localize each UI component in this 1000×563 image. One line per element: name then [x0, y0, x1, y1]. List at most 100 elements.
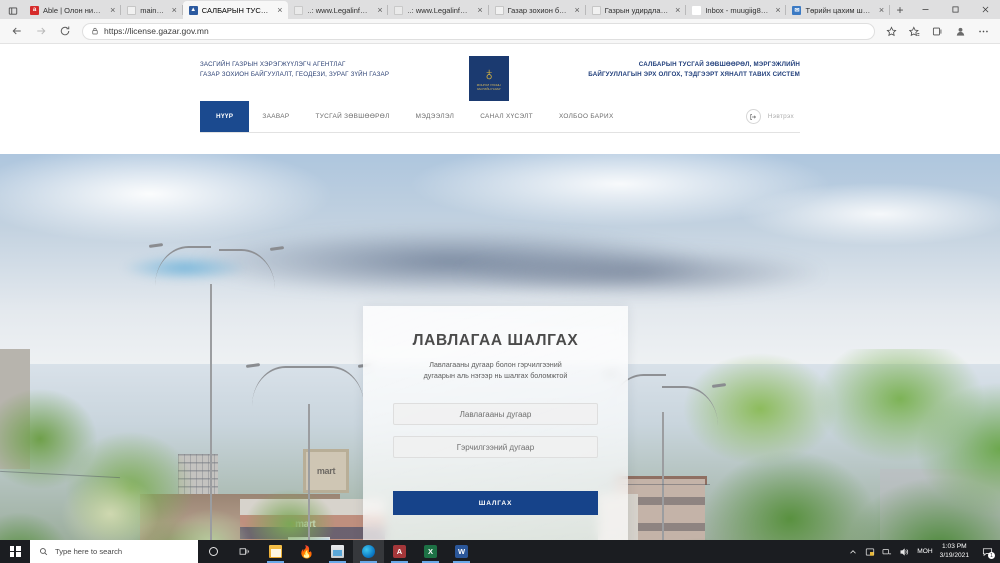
address-bar-url: https://license.gazar.gov.mn [104, 26, 209, 36]
document-icon [127, 5, 137, 15]
reload-icon[interactable] [54, 21, 76, 41]
main-navigation: НҮҮР ЗААВАР ТУСГАЙ ЗӨВШӨӨРӨЛ МЭДЭЭЛЭЛ СА… [200, 101, 800, 133]
back-icon[interactable] [6, 21, 28, 41]
tab-close-icon[interactable]: × [170, 5, 179, 15]
certificate-number-input[interactable] [393, 436, 598, 459]
forward-icon[interactable] [30, 21, 52, 41]
close-window-button[interactable] [970, 0, 1000, 18]
taskbar-search-placeholder: Type here to search [55, 547, 123, 556]
sign-in-icon [745, 109, 761, 124]
action-center-icon[interactable]: 1 [976, 540, 998, 563]
system-tray: MOH 1:03 PM 3/19/2021 1 [844, 540, 1000, 563]
microsoft-store-icon[interactable] [322, 540, 353, 563]
system-title: САЛБАРЫН ТУСГАЙ ЗӨВШӨӨРӨЛ, МЭРГЭЖЛИЙН БА… [588, 56, 800, 80]
address-bar[interactable]: https://license.gazar.gov.mn [82, 22, 875, 40]
nav-item-feedback[interactable]: САНАЛ ХҮСЭЛТ [467, 101, 546, 132]
tab-title: САЛБАРЫН ТУСГАЙ З [201, 5, 272, 15]
browser-tab[interactable]: main.php × [121, 1, 183, 19]
tree-cluster [640, 349, 1000, 540]
gmail-icon: M [692, 5, 702, 15]
browser-tab[interactable]: Газрын удирдлагын с × [586, 1, 687, 19]
microsoft-word-icon[interactable]: W [446, 540, 477, 563]
globe-icon [394, 5, 404, 15]
tab-title: ..: www.Legalinfo.mn : [307, 5, 372, 15]
government-emblem-logo: ♁ МОНГОЛ УЛСЫН ЗАСГИЙН ГАЗАР [468, 56, 509, 101]
new-tab-button[interactable]: + [890, 1, 910, 19]
system-title-line1: САЛБАРЫН ТУСГАЙ ЗӨВШӨӨРӨЛ, МЭРГЭЖЛИЙН [638, 61, 800, 68]
agency-title-line2: ГАЗАР ЗОХИОН БАЙГУУЛАЛТ, ГЕОДЕЗИ, ЗУРАГ … [200, 71, 390, 79]
notification-badge: 1 [988, 552, 995, 559]
nav-item-information[interactable]: МЭДЭЭЛЭЛ [403, 101, 468, 132]
emblem-line2: ЗАСГИЙН ГАЗАР [476, 87, 501, 91]
tab-close-icon[interactable]: × [673, 5, 682, 15]
tab-close-icon[interactable]: × [375, 5, 384, 15]
microsoft-edge-icon[interactable] [353, 540, 384, 563]
tree-cluster [40, 454, 370, 540]
globe-icon [294, 5, 304, 15]
edge-browser-window: a Able | Олон нийтийн × main.php × ▲ САЛ… [0, 0, 1000, 563]
tab-close-icon[interactable]: × [877, 5, 886, 15]
tab-title: Газрын удирдлагын с [604, 5, 670, 15]
reference-number-input[interactable] [393, 403, 598, 426]
browser-tab[interactable]: a Able | Олон нийтийн × [24, 1, 122, 19]
tab-title: Inbox - muugiig8@gm [705, 5, 769, 15]
tab-actions-icon[interactable] [2, 2, 24, 19]
tab-close-icon[interactable]: × [773, 5, 782, 15]
task-view-icon[interactable] [229, 540, 260, 563]
favorites-icon[interactable] [904, 21, 925, 41]
clock[interactable]: 1:03 PM 3/19/2021 [938, 543, 976, 561]
start-button[interactable] [0, 540, 30, 563]
microsoft-excel-icon[interactable]: X [415, 540, 446, 563]
clock-time: 1:03 PM [942, 542, 967, 550]
browser-tab[interactable]: ✉ Төрийн цахим шуудан × [786, 1, 891, 19]
web-page: mart emart [0, 44, 1000, 540]
add-favorite-icon[interactable] [881, 21, 902, 41]
soyombo-icon: ♁ [482, 64, 495, 85]
tab-title: Able | Олон нийтийн [43, 5, 105, 15]
browser-tab[interactable]: ..: www.Legalinfo.mn : × [388, 1, 489, 19]
maximize-button[interactable] [940, 0, 970, 18]
nav-item-guide[interactable]: ЗААВАР [249, 101, 302, 132]
language-indicator[interactable]: MOH [912, 548, 937, 555]
able-icon: a [30, 5, 39, 15]
collections-icon[interactable] [927, 21, 948, 41]
flame-app-icon[interactable]: 🔥 [291, 540, 322, 563]
browser-tab[interactable]: Газар зохион байгуу × [489, 1, 586, 19]
chevron-up-icon[interactable] [844, 540, 861, 563]
browser-tab[interactable]: M Inbox - muugiig8@gm × [686, 1, 787, 19]
microsoft-access-icon[interactable]: A [384, 540, 415, 563]
windows-taskbar: Type here to search 🔥 A X W MOH 1:03 PM … [0, 540, 1000, 563]
nav-item-home[interactable]: НҮҮР [200, 101, 250, 132]
tab-title: ..: www.Legalinfo.mn : [407, 5, 472, 15]
card-title: ЛАВЛАГАА ШАЛГАХ [412, 332, 579, 349]
windows-logo-icon [9, 546, 21, 557]
nav-item-special-permit[interactable]: ТУСГАЙ ЗӨВШӨӨРӨЛ [302, 101, 402, 132]
browser-tab[interactable]: ..: www.Legalinfo.mn : × [288, 1, 389, 19]
profile-avatar-icon[interactable] [950, 21, 971, 41]
tab-close-icon[interactable]: × [573, 5, 582, 15]
login-button[interactable]: Нэвтрэх [745, 101, 800, 132]
network-tray-icon[interactable] [878, 540, 895, 563]
onedrive-tray-icon[interactable] [861, 540, 878, 563]
tab-title: Газар зохион байгуу [507, 5, 569, 15]
volume-tray-icon[interactable] [895, 540, 912, 563]
lock-icon [91, 27, 99, 35]
document-icon [591, 5, 601, 15]
browser-tab-active[interactable]: ▲ САЛБАРЫН ТУСГАЙ З × [182, 1, 289, 19]
taskbar-search-input[interactable]: Type here to search [30, 540, 198, 563]
document-icon [494, 5, 504, 15]
browser-tab-strip: a Able | Олон нийтийн × main.php × ▲ САЛ… [0, 0, 1000, 19]
check-submit-button[interactable]: ШАЛГАХ [393, 491, 598, 516]
settings-more-icon[interactable] [973, 21, 994, 41]
nav-item-contact[interactable]: ХОЛБОО БАРИХ [546, 101, 627, 132]
tab-close-icon[interactable]: × [476, 5, 485, 15]
tab-close-icon[interactable]: × [275, 5, 284, 15]
reference-check-card: ЛАВЛАГАА ШАЛГАХ Лавлагааны дугаар болон … [363, 306, 628, 540]
login-label: Нэвтрэх [767, 113, 794, 120]
minimize-button[interactable] [910, 0, 940, 18]
file-explorer-icon[interactable] [260, 540, 291, 563]
tab-title: main.php [140, 5, 166, 15]
cortana-icon[interactable] [198, 540, 229, 563]
tab-close-icon[interactable]: × [108, 5, 117, 15]
